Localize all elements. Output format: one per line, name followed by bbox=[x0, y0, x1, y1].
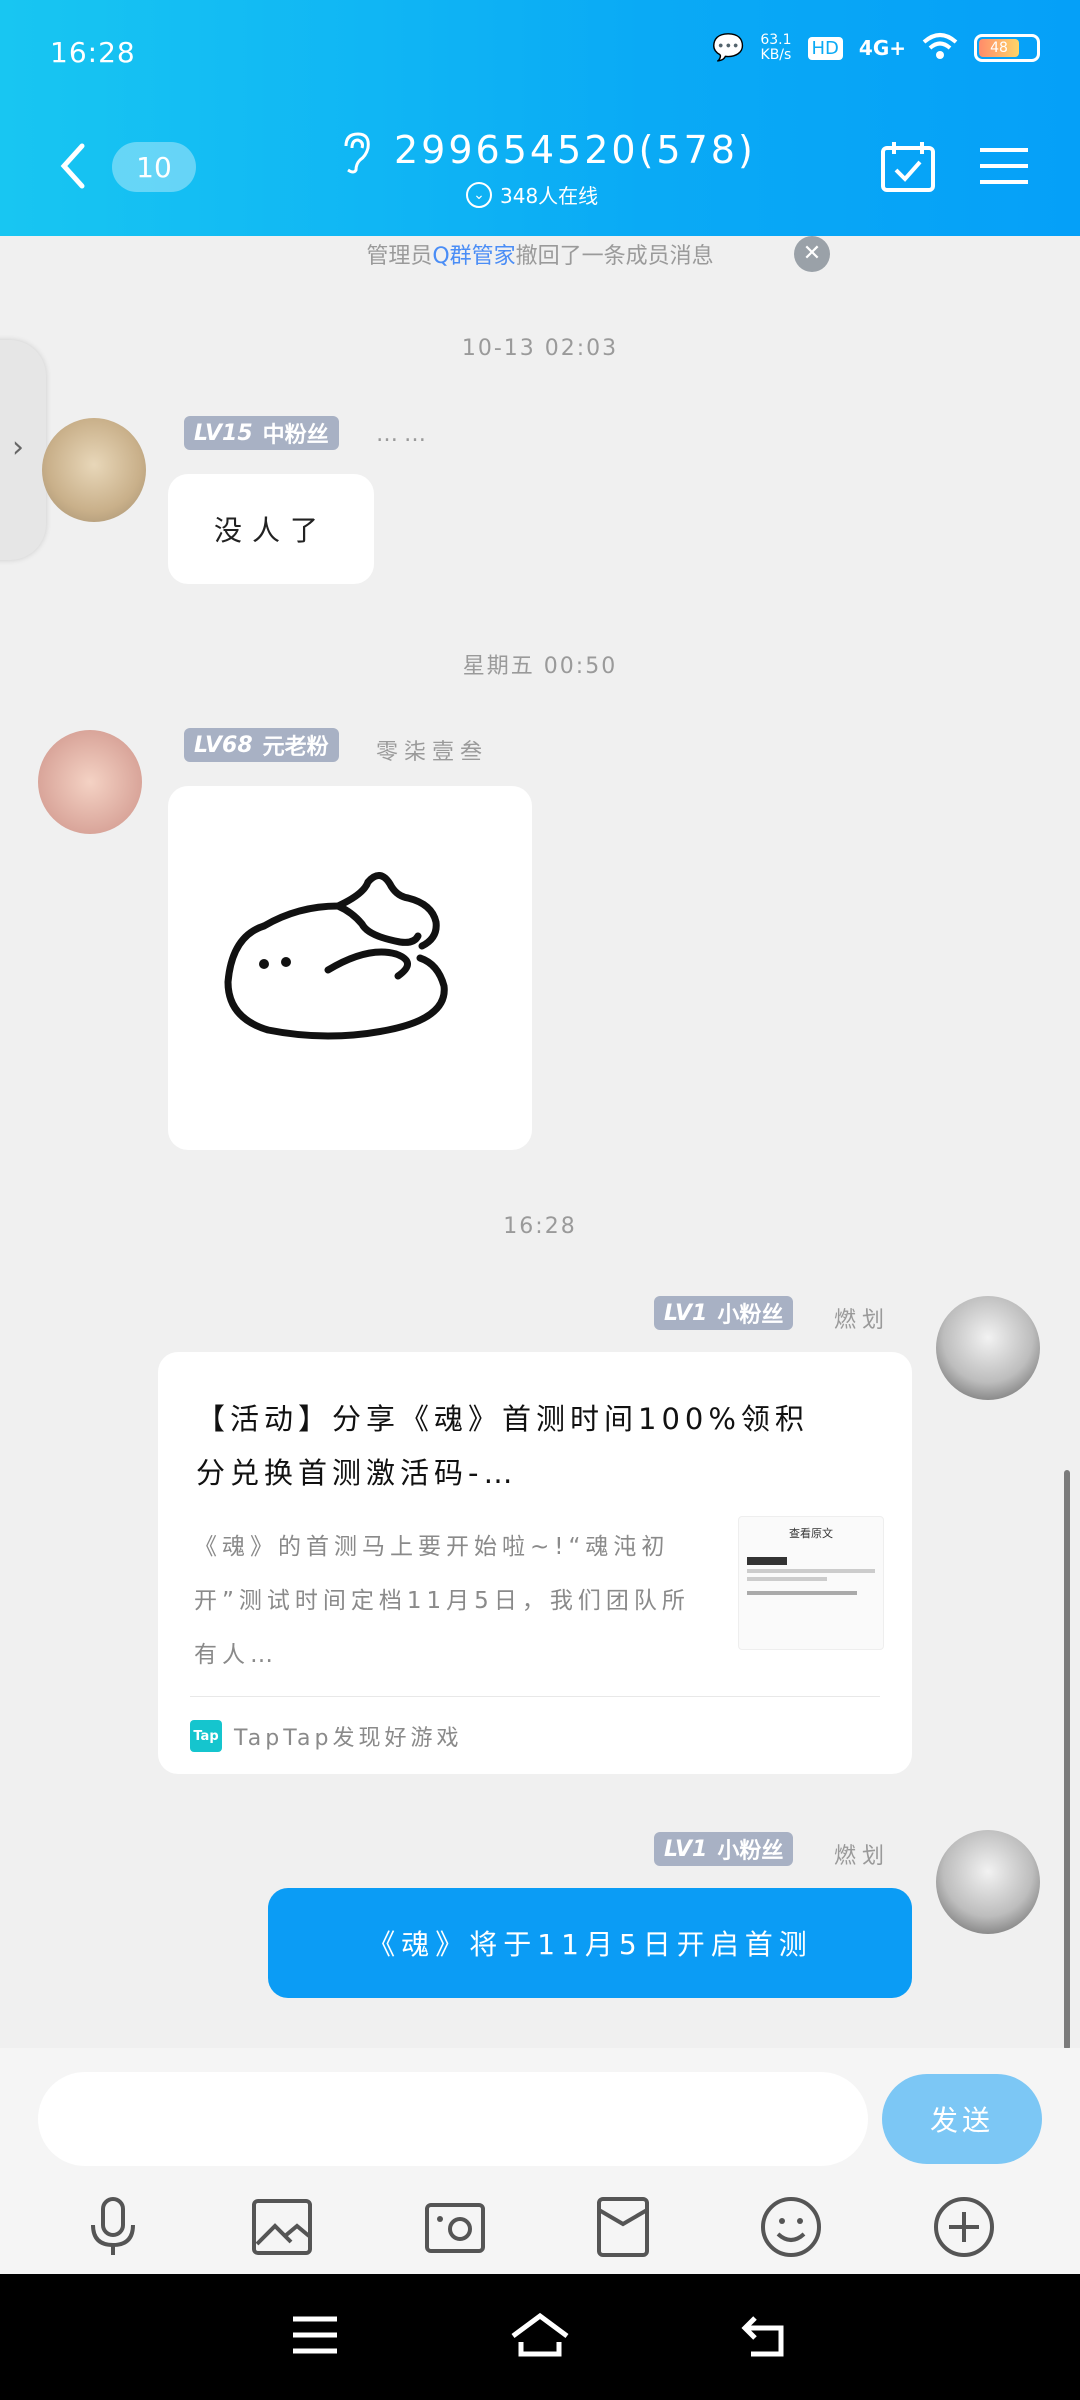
chevron-down-circle-icon: ⌄ bbox=[466, 181, 492, 208]
plus-icon[interactable] bbox=[933, 2196, 995, 2262]
nickname[interactable]: 燃划 bbox=[834, 1838, 890, 1870]
level-text: LV15 bbox=[194, 420, 253, 446]
timestamp: 16:28 bbox=[503, 1214, 577, 1239]
system-nav-bar bbox=[0, 2274, 1080, 2400]
unread-count[interactable]: 10 bbox=[112, 142, 196, 192]
calendar-check-icon[interactable] bbox=[880, 140, 936, 198]
group-title[interactable]: 299654520(578) bbox=[394, 128, 854, 172]
image-message[interactable] bbox=[168, 786, 532, 1150]
input-toolbar bbox=[0, 2184, 1080, 2274]
battery-icon: 48 bbox=[974, 34, 1040, 62]
taptap-logo-icon: Tap bbox=[190, 1720, 222, 1752]
microphone-icon[interactable] bbox=[85, 2195, 141, 2263]
notice-prefix: 管理员 bbox=[366, 244, 433, 269]
online-status[interactable]: ⌄ 348人在线 bbox=[466, 180, 598, 209]
card-title: 【活动】分享《魂》首测时间100%领积分兑换首测激活码-… bbox=[196, 1402, 809, 1490]
hd-icon: HD bbox=[807, 36, 843, 60]
level-badge: LV1 小粉丝 bbox=[654, 1832, 794, 1866]
wifi-icon bbox=[922, 32, 958, 64]
level-badge: LV68 元老粉 bbox=[184, 728, 339, 762]
avatar[interactable] bbox=[38, 730, 142, 834]
chevron-right-icon: › bbox=[12, 430, 24, 465]
timestamp: 10-13 02:03 bbox=[461, 336, 619, 361]
camera-icon[interactable] bbox=[424, 2199, 486, 2259]
level-badge: LV1 小粉丝 bbox=[654, 1296, 794, 1330]
level-text: LV1 bbox=[664, 1300, 708, 1326]
level-text: LV68 bbox=[194, 732, 253, 758]
card-source: Tap TapTap发现好游戏 bbox=[190, 1720, 463, 1752]
message-input[interactable] bbox=[38, 2072, 868, 2166]
avatar[interactable] bbox=[936, 1296, 1040, 1400]
status-time: 16:28 bbox=[50, 36, 136, 69]
share-card[interactable]: 【活动】分享《魂》首测时间100%领积分兑换首测激活码-… 《魂》的首测马上要开… bbox=[158, 1352, 912, 1774]
card-divider bbox=[190, 1696, 880, 1697]
back-arrow-icon bbox=[60, 143, 85, 189]
net-speed: 63.1 KB/s bbox=[760, 32, 792, 63]
send-button[interactable]: 发送 bbox=[882, 2074, 1042, 2164]
wechat-notification-icon: 💬 bbox=[711, 33, 745, 63]
badge-title: 小粉丝 bbox=[717, 1303, 784, 1328]
level-badge: LV15 中粉丝 bbox=[184, 416, 339, 450]
badge-title: 小粉丝 bbox=[717, 1839, 784, 1864]
card-description: 《魂》的首测马上要开始啦~!“魂沌初开”测试时间定档11月5日，我们团队所有人… bbox=[194, 1534, 690, 1668]
thumbnail-label: 查看原文 bbox=[789, 1527, 833, 1540]
menu-icon[interactable] bbox=[978, 146, 1030, 190]
notice-highlight[interactable]: Q群管家 bbox=[432, 238, 515, 270]
timestamp: 星期五 00:50 bbox=[462, 654, 618, 679]
red-packet-icon[interactable] bbox=[596, 2196, 650, 2262]
battery-level: 48 bbox=[979, 39, 1019, 57]
online-count: 348人在线 bbox=[500, 184, 599, 208]
scrollbar[interactable] bbox=[1064, 1470, 1070, 2050]
recall-notice: 管理员 Q群管家 撤回了一条成员消息 bbox=[0, 236, 1080, 272]
notice-suffix: 撤回了一条成员消息 bbox=[515, 244, 714, 269]
nickname[interactable]: 零柒壹叁 bbox=[376, 734, 488, 766]
back-button[interactable] bbox=[58, 142, 88, 194]
back-nav-icon[interactable] bbox=[741, 2312, 789, 2362]
recent-apps-icon[interactable] bbox=[291, 2315, 339, 2359]
avatar[interactable] bbox=[42, 418, 146, 522]
ear-icon bbox=[338, 130, 374, 178]
card-thumbnail: 查看原文 bbox=[738, 1516, 884, 1650]
side-drawer-tab[interactable]: › bbox=[0, 340, 46, 560]
level-text: LV1 bbox=[664, 1836, 708, 1862]
nickname[interactable]: …… bbox=[376, 422, 432, 447]
image-icon[interactable] bbox=[251, 2198, 313, 2260]
network-type: 4G+ bbox=[858, 36, 906, 60]
avatar[interactable] bbox=[936, 1830, 1040, 1934]
badge-title: 中粉丝 bbox=[262, 423, 329, 448]
status-icons: 💬 63.1 KB/s HD 4G+ 48 bbox=[712, 32, 1040, 64]
emoji-icon[interactable] bbox=[760, 2196, 822, 2262]
badge-title: 元老粉 bbox=[262, 735, 329, 760]
nickname[interactable]: 燃划 bbox=[834, 1302, 890, 1334]
rabbit-sticker-image bbox=[224, 872, 448, 1040]
message-bubble[interactable]: 《魂》将于11月5日开启首测 bbox=[268, 1888, 912, 1998]
message-bubble[interactable]: 没人了 bbox=[168, 474, 374, 584]
close-notice-icon[interactable]: ✕ bbox=[794, 236, 830, 272]
card-source-name: TapTap发现好游戏 bbox=[234, 1726, 463, 1751]
home-icon[interactable] bbox=[509, 2312, 571, 2362]
